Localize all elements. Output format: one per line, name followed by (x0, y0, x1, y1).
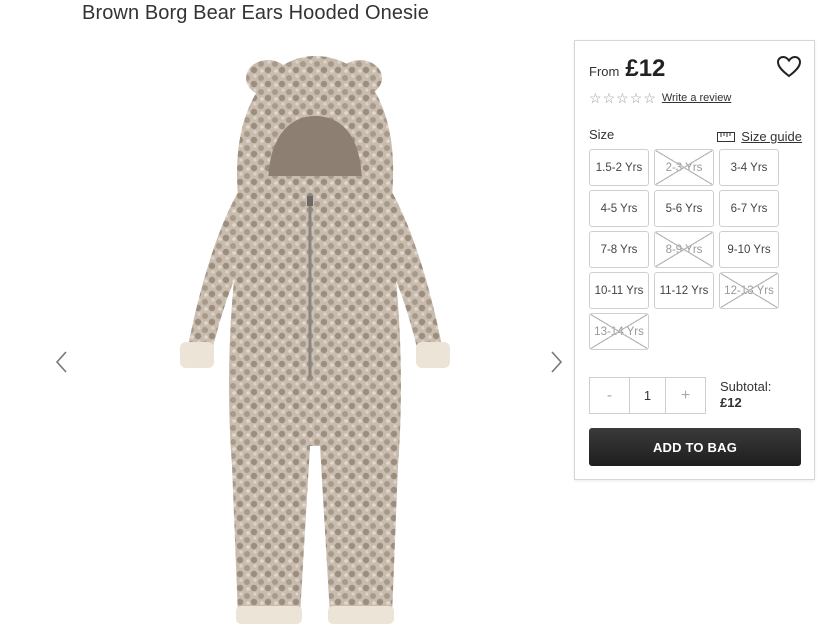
write-review-link[interactable]: Write a review (662, 92, 731, 104)
size-option[interactable]: 12-13 Yrs (719, 272, 779, 309)
size-option[interactable]: 9-10 Yrs (719, 231, 779, 268)
size-option[interactable]: 2-3 Yrs (654, 149, 714, 186)
size-guide-link[interactable]: Size guide (717, 129, 802, 144)
gallery-next-button[interactable] (546, 349, 566, 375)
star-empty-icon: ☆ (602, 90, 616, 106)
subtotal: Subtotal: £12 (720, 379, 771, 411)
heart-outline-icon (776, 55, 802, 78)
quantity-input[interactable]: 1 (629, 378, 666, 413)
chevron-right-icon (551, 351, 563, 373)
gallery-prev-button[interactable] (52, 349, 72, 375)
size-option[interactable]: 10-11 Yrs (589, 272, 649, 309)
star-rating: ☆ ☆ ☆ ☆ ☆ (589, 91, 656, 105)
ruler-icon (717, 131, 736, 142)
size-option[interactable]: 1.5-2 Yrs (589, 149, 649, 186)
size-option[interactable]: 11-12 Yrs (654, 272, 714, 309)
subtotal-value: £12 (720, 395, 742, 410)
star-empty-icon: ☆ (643, 90, 656, 106)
chevron-left-icon (55, 351, 67, 373)
size-option[interactable]: 13-14 Yrs (589, 313, 649, 350)
purchase-panel: From £12 ☆ ☆ ☆ ☆ ☆ Write a review Size S… (574, 40, 815, 480)
star-empty-icon: ☆ (616, 90, 629, 106)
price-value: £12 (625, 55, 666, 82)
subtotal-label: Subtotal: (720, 379, 772, 394)
rating: ☆ ☆ ☆ ☆ ☆ Write a review (589, 91, 731, 105)
size-label: Size (589, 127, 615, 142)
star-empty-icon: ☆ (589, 90, 602, 106)
wishlist-button[interactable] (776, 55, 802, 79)
product-image (160, 46, 470, 626)
size-option[interactable]: 3-4 Yrs (719, 149, 779, 186)
size-option[interactable]: 8-9 Yrs (654, 231, 714, 268)
price-prefix: From (589, 64, 620, 79)
product-title: Brown Borg Bear Ears Hooded Onesie (82, 2, 429, 24)
price: From £12 (589, 55, 665, 83)
size-option[interactable]: 4-5 Yrs (589, 190, 649, 227)
quantity-increment-button[interactable]: + (666, 378, 705, 413)
size-option[interactable]: 6-7 Yrs (719, 190, 779, 227)
quantity-decrement-button[interactable]: - (590, 378, 629, 413)
quantity-stepper: - 1 + (589, 377, 706, 414)
add-to-bag-button[interactable]: ADD TO BAG (589, 428, 801, 466)
star-empty-icon: ☆ (629, 90, 643, 106)
size-option[interactable]: 5-6 Yrs (654, 190, 714, 227)
size-option[interactable]: 7-8 Yrs (589, 231, 649, 268)
size-guide-label: Size guide (741, 129, 802, 144)
